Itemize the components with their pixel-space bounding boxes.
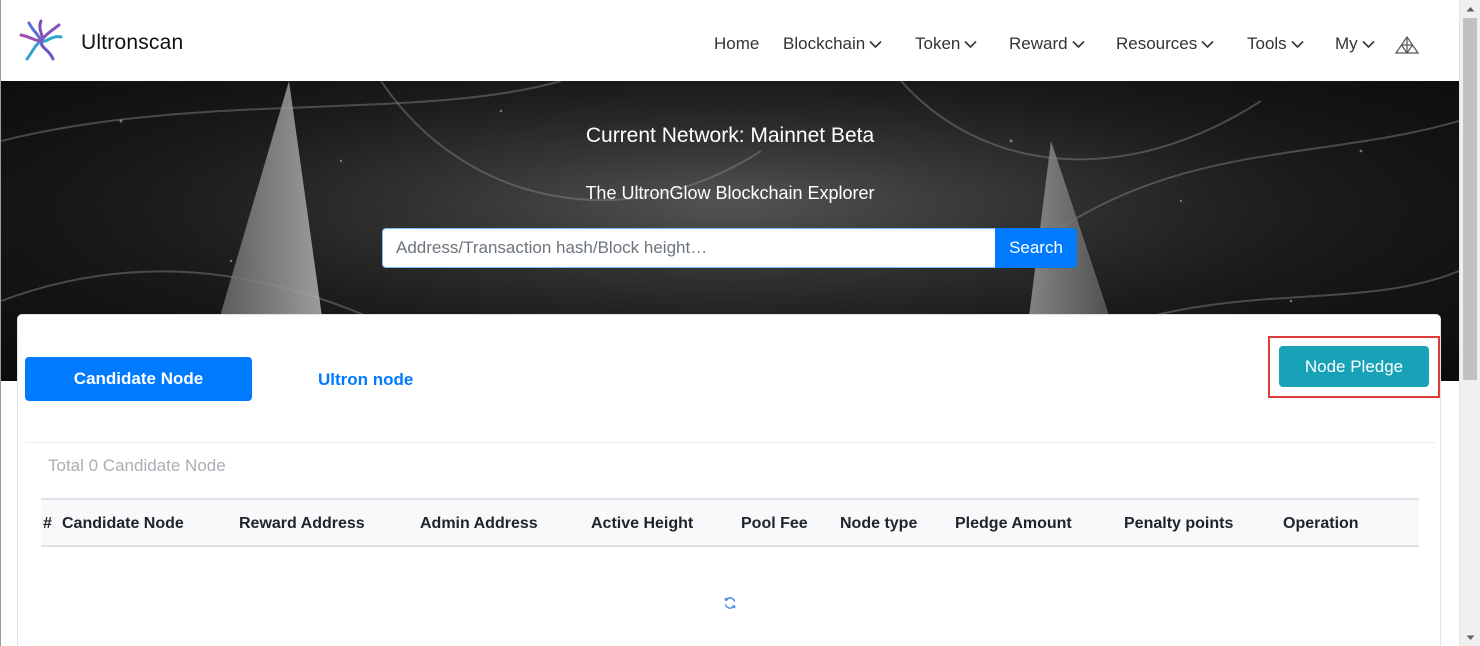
chevron-down-icon xyxy=(1291,40,1304,49)
column-header-pool-fee: Pool Fee xyxy=(741,515,808,532)
brand-name[interactable]: Ultronscan xyxy=(81,31,183,55)
node-pledge-button[interactable]: Node Pledge xyxy=(1279,346,1429,387)
nav-reward-label: Reward xyxy=(1009,34,1068,53)
nav-tools[interactable]: Tools xyxy=(1247,34,1304,54)
nav-resources[interactable]: Resources xyxy=(1116,34,1214,54)
chevron-down-icon xyxy=(964,40,977,49)
search-bar: Search xyxy=(382,228,1077,268)
tab-candidate-node[interactable]: Candidate Node xyxy=(25,357,252,401)
nav-token-label: Token xyxy=(915,34,961,53)
chevron-down-icon xyxy=(1072,40,1085,49)
nav-tools-label: Tools xyxy=(1247,34,1287,53)
nodes-card: Candidate Node Ultron node Node Pledge T… xyxy=(17,314,1441,646)
scroll-down-arrow-icon[interactable] xyxy=(1460,629,1480,646)
ultronscan-logo-icon[interactable] xyxy=(17,17,65,65)
column-header-candidate-node: Candidate Node xyxy=(62,515,184,532)
chevron-down-icon xyxy=(1362,40,1375,49)
nav-reward[interactable]: Reward xyxy=(1009,34,1085,54)
current-network-title: Current Network: Mainnet Beta xyxy=(585,124,875,147)
column-header-admin-address: Admin Address xyxy=(420,515,538,532)
nav-blockchain[interactable]: Blockchain xyxy=(783,34,882,54)
loading-spinner-icon xyxy=(724,597,736,609)
search-button[interactable]: Search xyxy=(995,228,1077,268)
nav-token[interactable]: Token xyxy=(915,34,977,54)
column-header-active-height: Active Height xyxy=(591,515,694,532)
top-navbar: Ultronscan Home Blockchain Token Reward … xyxy=(1,0,1459,81)
window-left-border xyxy=(0,0,1,646)
chevron-down-icon xyxy=(869,40,882,49)
chevron-down-icon xyxy=(1201,40,1214,49)
vertical-scrollbar[interactable] xyxy=(1459,0,1480,646)
column-header-index: # xyxy=(43,515,52,532)
search-input[interactable] xyxy=(382,228,995,268)
nav-home[interactable]: Home xyxy=(714,34,759,54)
scroll-up-arrow-icon[interactable] xyxy=(1460,0,1480,17)
divider xyxy=(25,442,1435,443)
explorer-subtitle: The UltronGlow Blockchain Explorer xyxy=(585,183,875,203)
column-header-penalty-points: Penalty points xyxy=(1124,515,1234,532)
column-header-reward-address: Reward Address xyxy=(239,515,365,532)
scrollbar-thumb[interactable] xyxy=(1463,18,1477,380)
nav-blockchain-label: Blockchain xyxy=(783,34,866,53)
nav-my-label: My xyxy=(1335,34,1358,53)
tab-ultron-node[interactable]: Ultron node xyxy=(318,370,413,390)
column-header-operation: Operation xyxy=(1283,515,1359,532)
nav-resources-label: Resources xyxy=(1116,34,1198,53)
total-candidate-count: Total 0 Candidate Node xyxy=(48,456,226,475)
column-header-node-type: Node type xyxy=(840,515,918,532)
column-header-pledge-amount: Pledge Amount xyxy=(955,515,1072,532)
table-header: # Candidate Node Reward Address Admin Ad… xyxy=(41,498,1419,547)
nav-home-label: Home xyxy=(714,34,760,53)
nav-my[interactable]: My xyxy=(1335,34,1375,54)
triangle-network-icon[interactable] xyxy=(1395,36,1419,54)
